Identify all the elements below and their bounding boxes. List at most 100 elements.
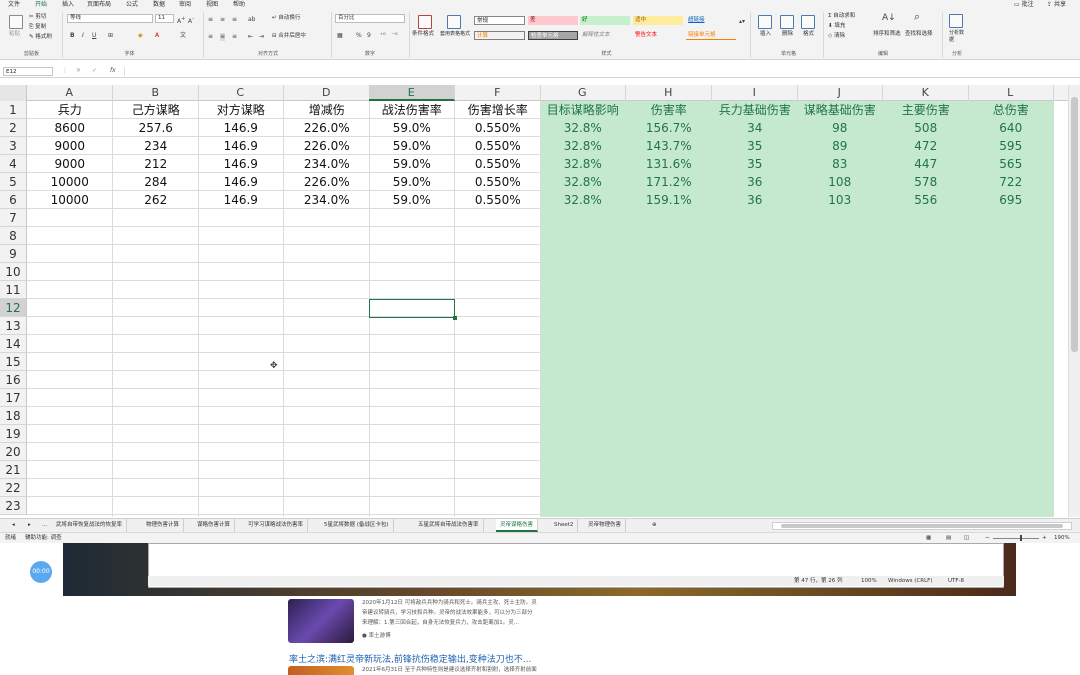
row-header-22[interactable]: 22 — [0, 479, 27, 497]
cell-a6[interactable]: 10000 — [27, 191, 113, 209]
sheet-tab-9[interactable]: 灵帝物理伤害 — [584, 519, 627, 532]
cancel-icon[interactable]: ✕ — [76, 67, 81, 74]
row-header-7[interactable]: 7 — [0, 209, 27, 227]
more-sheets-icon[interactable]: … — [38, 519, 52, 532]
analyze-data-label[interactable]: 分析数据 — [949, 30, 967, 44]
delete-cells-label[interactable]: 删除 — [782, 31, 793, 38]
prev-sheet-icon[interactable]: ▸ — [24, 519, 35, 532]
font-name-select[interactable]: 等线 — [67, 14, 153, 23]
style-neutral[interactable]: 适中 — [633, 16, 683, 25]
cell-i5[interactable]: 36 — [712, 173, 798, 191]
insert-cells-icon[interactable] — [758, 15, 772, 29]
row-header-13[interactable]: 13 — [0, 317, 27, 335]
cut-button[interactable]: ✂ 剪切 — [29, 14, 46, 21]
zoom-slider-thumb[interactable] — [1020, 535, 1022, 541]
column-header-i[interactable]: I — [712, 85, 798, 101]
cell-a4[interactable]: 9000 — [27, 155, 113, 173]
cell-h5[interactable]: 171.2% — [626, 173, 712, 191]
zoom-slider[interactable] — [993, 538, 1039, 539]
decrease-decimal-icon[interactable]: ⁻⁰ — [392, 32, 398, 40]
row-header-3[interactable]: 3 — [0, 137, 27, 155]
column-header-e[interactable]: E — [369, 85, 455, 101]
sort-filter-label[interactable]: 排序和筛选 — [873, 31, 901, 38]
column-header-g[interactable]: G — [540, 85, 626, 101]
article-author[interactable]: ● 率土游博 — [362, 632, 391, 641]
zoom-level[interactable]: 190% — [1054, 533, 1070, 543]
row-header-16[interactable]: 16 — [0, 371, 27, 389]
normal-view-icon[interactable]: ▦ — [926, 533, 931, 543]
cell-e2[interactable]: 59.0% — [369, 119, 455, 137]
cell-c5[interactable]: 146.9 — [198, 173, 284, 191]
sheet-tab-5[interactable]: 5星武将数据 (备战区卡包) — [320, 519, 394, 532]
cell-j5[interactable]: 108 — [797, 173, 883, 191]
row-header-12[interactable]: 12 — [0, 299, 27, 317]
phonetic-icon[interactable]: 文 — [180, 32, 186, 40]
row-header-20[interactable]: 20 — [0, 443, 27, 461]
row-header-23[interactable]: 23 — [0, 497, 27, 515]
row-header-8[interactable]: 8 — [0, 227, 27, 245]
style-good[interactable]: 好 — [580, 16, 630, 25]
column-header-h[interactable]: H — [626, 85, 712, 101]
page-layout-view-icon[interactable]: ▤ — [946, 533, 951, 543]
cell-l4[interactable]: 565 — [968, 155, 1054, 173]
cell-l3[interactable]: 595 — [968, 137, 1054, 155]
cell-f5[interactable]: 0.550% — [455, 173, 541, 191]
tab-insert[interactable]: 插入 — [62, 0, 74, 9]
cell-l6[interactable]: 695 — [968, 191, 1054, 209]
find-select-icon[interactable]: ⌕ — [914, 11, 920, 22]
column-header-a[interactable]: A — [27, 85, 113, 101]
font-color-icon[interactable]: A — [155, 32, 159, 40]
cell-h4[interactable]: 131.6% — [626, 155, 712, 173]
find-select-label[interactable]: 查找和选择 — [905, 31, 933, 38]
wrap-text-button[interactable]: ↵ 自动换行 — [272, 15, 300, 22]
cell-k1[interactable]: 主要伤害 — [883, 101, 969, 119]
cell-d3[interactable]: 226.0% — [284, 137, 370, 155]
cell-l5[interactable]: 722 — [968, 173, 1054, 191]
grow-font-icon[interactable]: A+ — [177, 15, 185, 26]
cell-a5[interactable]: 10000 — [27, 173, 113, 191]
cell-l2[interactable]: 640 — [968, 119, 1054, 137]
cell-l1[interactable]: 总伤害 — [968, 101, 1054, 119]
align-center-icon[interactable]: ≡ — [220, 33, 226, 41]
align-left-icon[interactable]: ≡ — [208, 33, 213, 41]
cell-e4[interactable]: 59.0% — [369, 155, 455, 173]
styles-scroll-icon[interactable]: ▴▾ — [739, 18, 745, 26]
sheet-tab-3[interactable]: 谋略伤害计算 — [193, 519, 236, 532]
sheet-tab-2[interactable]: 物理伤害计算 — [142, 519, 185, 532]
row-header-4[interactable]: 4 — [0, 155, 27, 173]
tab-data[interactable]: 数据 — [153, 0, 165, 9]
sheet-tab-7[interactable]: 灵帝谋略伤害 — [496, 519, 539, 532]
sheet-tab-6[interactable]: 五星武将自带战法伤害率 — [414, 519, 484, 532]
fill-button[interactable]: ⬇ 填充 — [828, 23, 845, 30]
underline-icon[interactable]: U — [92, 32, 96, 40]
cell-i3[interactable]: 35 — [712, 137, 798, 155]
number-format-select[interactable]: 百分比 — [335, 14, 405, 23]
column-header-b[interactable]: B — [113, 85, 199, 101]
cell-e5[interactable]: 59.0% — [369, 173, 455, 191]
cell-i6[interactable]: 36 — [712, 191, 798, 209]
row-header-21[interactable]: 21 — [0, 461, 27, 479]
cell-b6[interactable]: 262 — [113, 191, 199, 209]
cell-b3[interactable]: 234 — [113, 137, 199, 155]
add-sheet-icon[interactable]: ⊕ — [648, 519, 661, 532]
align-bottom-icon[interactable]: ≡ — [232, 16, 237, 24]
row-header-17[interactable]: 17 — [0, 389, 27, 407]
row-header-9[interactable]: 9 — [0, 245, 27, 263]
tab-help[interactable]: 帮助 — [233, 0, 245, 9]
insert-cells-label[interactable]: 插入 — [760, 31, 771, 38]
cell-f1[interactable]: 伤害增长率 — [455, 101, 541, 119]
cell-j6[interactable]: 103 — [797, 191, 883, 209]
cell-e6[interactable]: 59.0% — [369, 191, 455, 209]
border-icon[interactable]: ⊞ — [108, 32, 113, 40]
timer-badge[interactable]: 00:00 — [30, 561, 52, 583]
cell-e3[interactable]: 59.0% — [369, 137, 455, 155]
column-header-c[interactable]: C — [198, 85, 284, 101]
align-top-icon[interactable]: ≡ — [208, 16, 213, 24]
cell-d4[interactable]: 234.0% — [284, 155, 370, 173]
cell-f3[interactable]: 0.550% — [455, 137, 541, 155]
bold-icon[interactable]: B — [70, 32, 75, 40]
cell-c6[interactable]: 146.9 — [198, 191, 284, 209]
zoom-in-icon[interactable]: + — [1042, 533, 1047, 543]
formula-input[interactable] — [124, 67, 1074, 76]
conditional-format-icon[interactable] — [418, 15, 432, 29]
